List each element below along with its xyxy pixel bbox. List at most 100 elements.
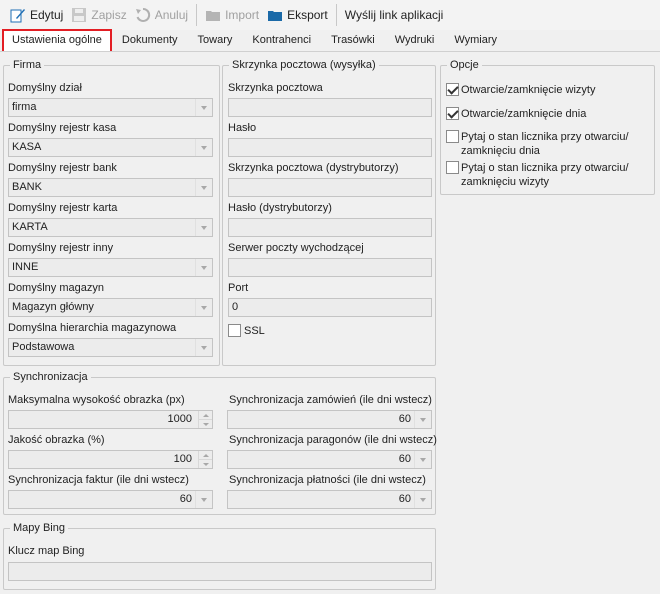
mail-field-input[interactable] bbox=[228, 218, 432, 237]
mail-field-value: 0 bbox=[232, 301, 239, 313]
max-height-label: Maksymalna wysokość obrazka (px) bbox=[8, 394, 185, 406]
firma-field-select[interactable]: KARTA bbox=[8, 218, 213, 237]
payments-sync-value: 60 bbox=[398, 493, 411, 505]
chevron-down-icon[interactable] bbox=[195, 339, 212, 356]
mail-field-label: Serwer poczty wychodzącej bbox=[228, 242, 364, 254]
chevron-down-icon[interactable] bbox=[195, 99, 212, 116]
tab-contractors[interactable]: Kontrahenci bbox=[242, 31, 321, 51]
mail-field-label: Port bbox=[228, 282, 249, 294]
firma-field-value: INNE bbox=[12, 261, 39, 273]
firma-field-label: Domyślny rejestr inny bbox=[8, 242, 114, 254]
tab-bar: Ustawienia ogólne Dokumenty Towary Kontr… bbox=[0, 29, 660, 52]
send-link-button[interactable]: Wyślij link aplikacji bbox=[341, 3, 448, 27]
firma-field-select[interactable]: INNE bbox=[8, 258, 213, 277]
folder-icon bbox=[267, 7, 283, 23]
receipts-sync-label: Synchronizacja paragonów (ile dni wstecz… bbox=[229, 434, 437, 446]
send-link-label: Wyślij link aplikacji bbox=[344, 8, 444, 22]
chevron-down-icon[interactable] bbox=[195, 299, 212, 316]
chevron-down-icon[interactable] bbox=[195, 219, 212, 236]
invoices-sync-label: Synchronizacja faktur (ile dni wstecz) bbox=[8, 474, 189, 486]
tab-dimensions[interactable]: Wymiary bbox=[444, 31, 507, 51]
firma-field-label: Domyślny rejestr kasa bbox=[8, 122, 117, 134]
mail-field-input[interactable]: 0 bbox=[228, 298, 432, 317]
firma-field-value: KARTA bbox=[12, 221, 48, 233]
mail-field-label: Skrzynka pocztowa bbox=[228, 82, 323, 94]
firma-field-value: Magazyn główny bbox=[12, 301, 94, 313]
spin-down-icon[interactable] bbox=[199, 419, 212, 428]
max-height-spinner[interactable] bbox=[198, 411, 212, 428]
payments-sync-select[interactable]: 60 bbox=[227, 490, 432, 509]
bing-key-input[interactable] bbox=[8, 562, 432, 581]
firma-field-label: Domyślny rejestr bank bbox=[8, 162, 117, 174]
tab-routes[interactable]: Trasówki bbox=[321, 31, 385, 51]
toolbar-separator bbox=[196, 4, 198, 26]
firma-field-value: KASA bbox=[12, 141, 42, 153]
import-button[interactable]: Import bbox=[201, 3, 263, 27]
tab-products[interactable]: Towary bbox=[188, 31, 243, 51]
ssl-checkbox[interactable] bbox=[228, 324, 241, 337]
orders-sync-select[interactable]: 60 bbox=[227, 410, 432, 429]
option-checkbox[interactable] bbox=[446, 161, 459, 174]
bing-key-label: Klucz map Bing bbox=[8, 545, 85, 557]
chevron-down-icon[interactable] bbox=[414, 411, 431, 428]
max-height-value: 1000 bbox=[167, 413, 192, 425]
chevron-down-icon[interactable] bbox=[195, 139, 212, 156]
toolbar: Edytuj Zapisz Anuluj Import Eksport Wyśl… bbox=[0, 0, 660, 30]
firma-field-label: Domyślna hierarchia magazynowa bbox=[8, 322, 177, 334]
quality-spinner[interactable] bbox=[198, 451, 212, 468]
chevron-down-icon[interactable] bbox=[195, 259, 212, 276]
option-label: Otwarcie/zamknięcie wizyty bbox=[461, 84, 596, 96]
export-button[interactable]: Eksport bbox=[263, 3, 332, 27]
receipts-sync-select[interactable]: 60 bbox=[227, 450, 432, 469]
firma-field-select[interactable]: KASA bbox=[8, 138, 213, 157]
firma-field-select[interactable]: BANK bbox=[8, 178, 213, 197]
undo-icon bbox=[135, 7, 151, 23]
settings-panel: Firma Domyślny dział firma Domyślny rejest… bbox=[0, 52, 660, 594]
firma-field-select[interactable]: Magazyn główny bbox=[8, 298, 213, 317]
import-label: Import bbox=[225, 8, 260, 22]
cancel-button[interactable]: Anuluj bbox=[131, 3, 192, 27]
option-checkbox[interactable] bbox=[446, 130, 459, 143]
save-button[interactable]: Zapisz bbox=[67, 3, 130, 27]
edit-button[interactable]: Edytuj bbox=[6, 3, 67, 27]
options-group-title: Opcje bbox=[447, 59, 482, 72]
chevron-down-icon[interactable] bbox=[195, 179, 212, 196]
edit-label: Edytuj bbox=[30, 8, 64, 22]
save-icon bbox=[71, 7, 87, 23]
option-checkbox[interactable] bbox=[446, 83, 459, 96]
firma-field-value: firma bbox=[12, 101, 37, 113]
tab-general-settings[interactable]: Ustawienia ogólne bbox=[2, 29, 112, 51]
firma-field-select[interactable]: Podstawowa bbox=[8, 338, 213, 357]
invoices-sync-select[interactable]: 60 bbox=[8, 490, 213, 509]
quality-input[interactable]: 100 bbox=[8, 450, 213, 469]
firma-field-value: Podstawowa bbox=[12, 341, 75, 353]
mail-field-input[interactable] bbox=[228, 98, 432, 117]
mail-field-input[interactable] bbox=[228, 178, 432, 197]
mail-field-label: Hasło bbox=[228, 122, 257, 134]
spin-up-icon[interactable] bbox=[199, 411, 212, 419]
spin-up-icon[interactable] bbox=[199, 451, 212, 459]
firma-field-value: BANK bbox=[12, 181, 42, 193]
firma-field-select[interactable]: firma bbox=[8, 98, 213, 117]
toolbar-separator bbox=[335, 4, 337, 26]
chevron-down-icon[interactable] bbox=[414, 491, 431, 508]
payments-sync-label: Synchronizacja płatności (ile dni wstecz… bbox=[229, 474, 426, 486]
mail-field-input[interactable] bbox=[228, 258, 432, 277]
edit-icon bbox=[10, 7, 26, 23]
tab-printouts[interactable]: Wydruki bbox=[385, 31, 445, 51]
firma-field-label: Domyślny rejestr karta bbox=[8, 202, 118, 214]
option-checkbox[interactable] bbox=[446, 107, 459, 120]
firma-field-label: Domyślny dział bbox=[8, 82, 82, 94]
folder-icon bbox=[205, 7, 221, 23]
spin-down-icon[interactable] bbox=[199, 459, 212, 468]
mail-field-input[interactable] bbox=[228, 138, 432, 157]
chevron-down-icon[interactable] bbox=[414, 451, 431, 468]
cancel-label: Anuluj bbox=[154, 8, 189, 22]
max-height-input[interactable]: 1000 bbox=[8, 410, 213, 429]
chevron-down-icon[interactable] bbox=[195, 491, 212, 508]
mail-field-label: Skrzynka pocztowa (dystrybutorzy) bbox=[228, 162, 399, 174]
export-label: Eksport bbox=[287, 8, 328, 22]
tab-documents[interactable]: Dokumenty bbox=[112, 31, 188, 51]
orders-sync-label: Synchronizacja zamówień (ile dni wstecz) bbox=[229, 394, 432, 406]
ssl-label: SSL bbox=[244, 325, 265, 337]
